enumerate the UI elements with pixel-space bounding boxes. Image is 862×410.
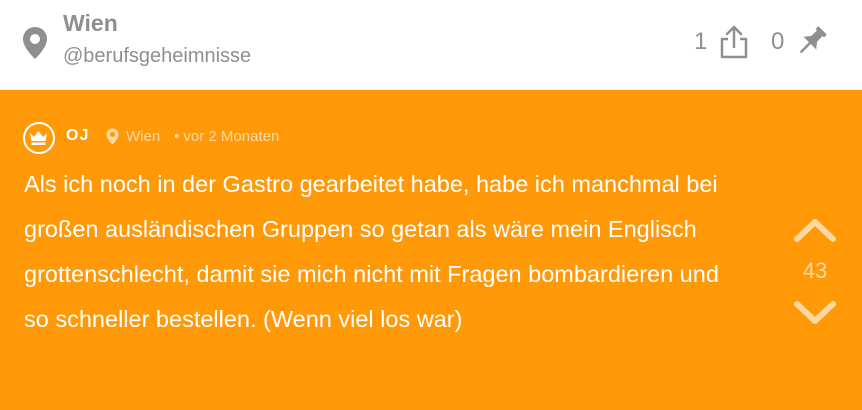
location-pin-icon (106, 128, 119, 145)
channel-header: Wien @berufsgeheimnisse 1 0 (0, 0, 862, 90)
post-time: • vor 2 Monaten (174, 128, 280, 145)
pin-count: 0 (771, 28, 785, 55)
post-location: Wien (126, 128, 161, 145)
share-count: 1 (694, 28, 708, 55)
channel-title: Wien (63, 10, 118, 36)
upvote-chevron-icon[interactable] (793, 217, 837, 243)
share-icon[interactable] (719, 25, 749, 59)
crown-icon (30, 131, 47, 145)
vote-count: 43 (802, 258, 828, 283)
post-text: Als ich noch in der Gastro gearbeitet ha… (24, 171, 719, 332)
author-badge (23, 122, 55, 154)
pushpin-icon[interactable] (795, 24, 829, 58)
post-card: OJ Wien • vor 2 Monaten Als ich noch in … (0, 90, 862, 410)
channel-handle: @berufsgeheimnisse (63, 45, 252, 67)
downvote-chevron-icon[interactable] (793, 300, 837, 326)
location-pin-icon (23, 27, 47, 59)
post-author[interactable]: OJ (66, 127, 89, 145)
